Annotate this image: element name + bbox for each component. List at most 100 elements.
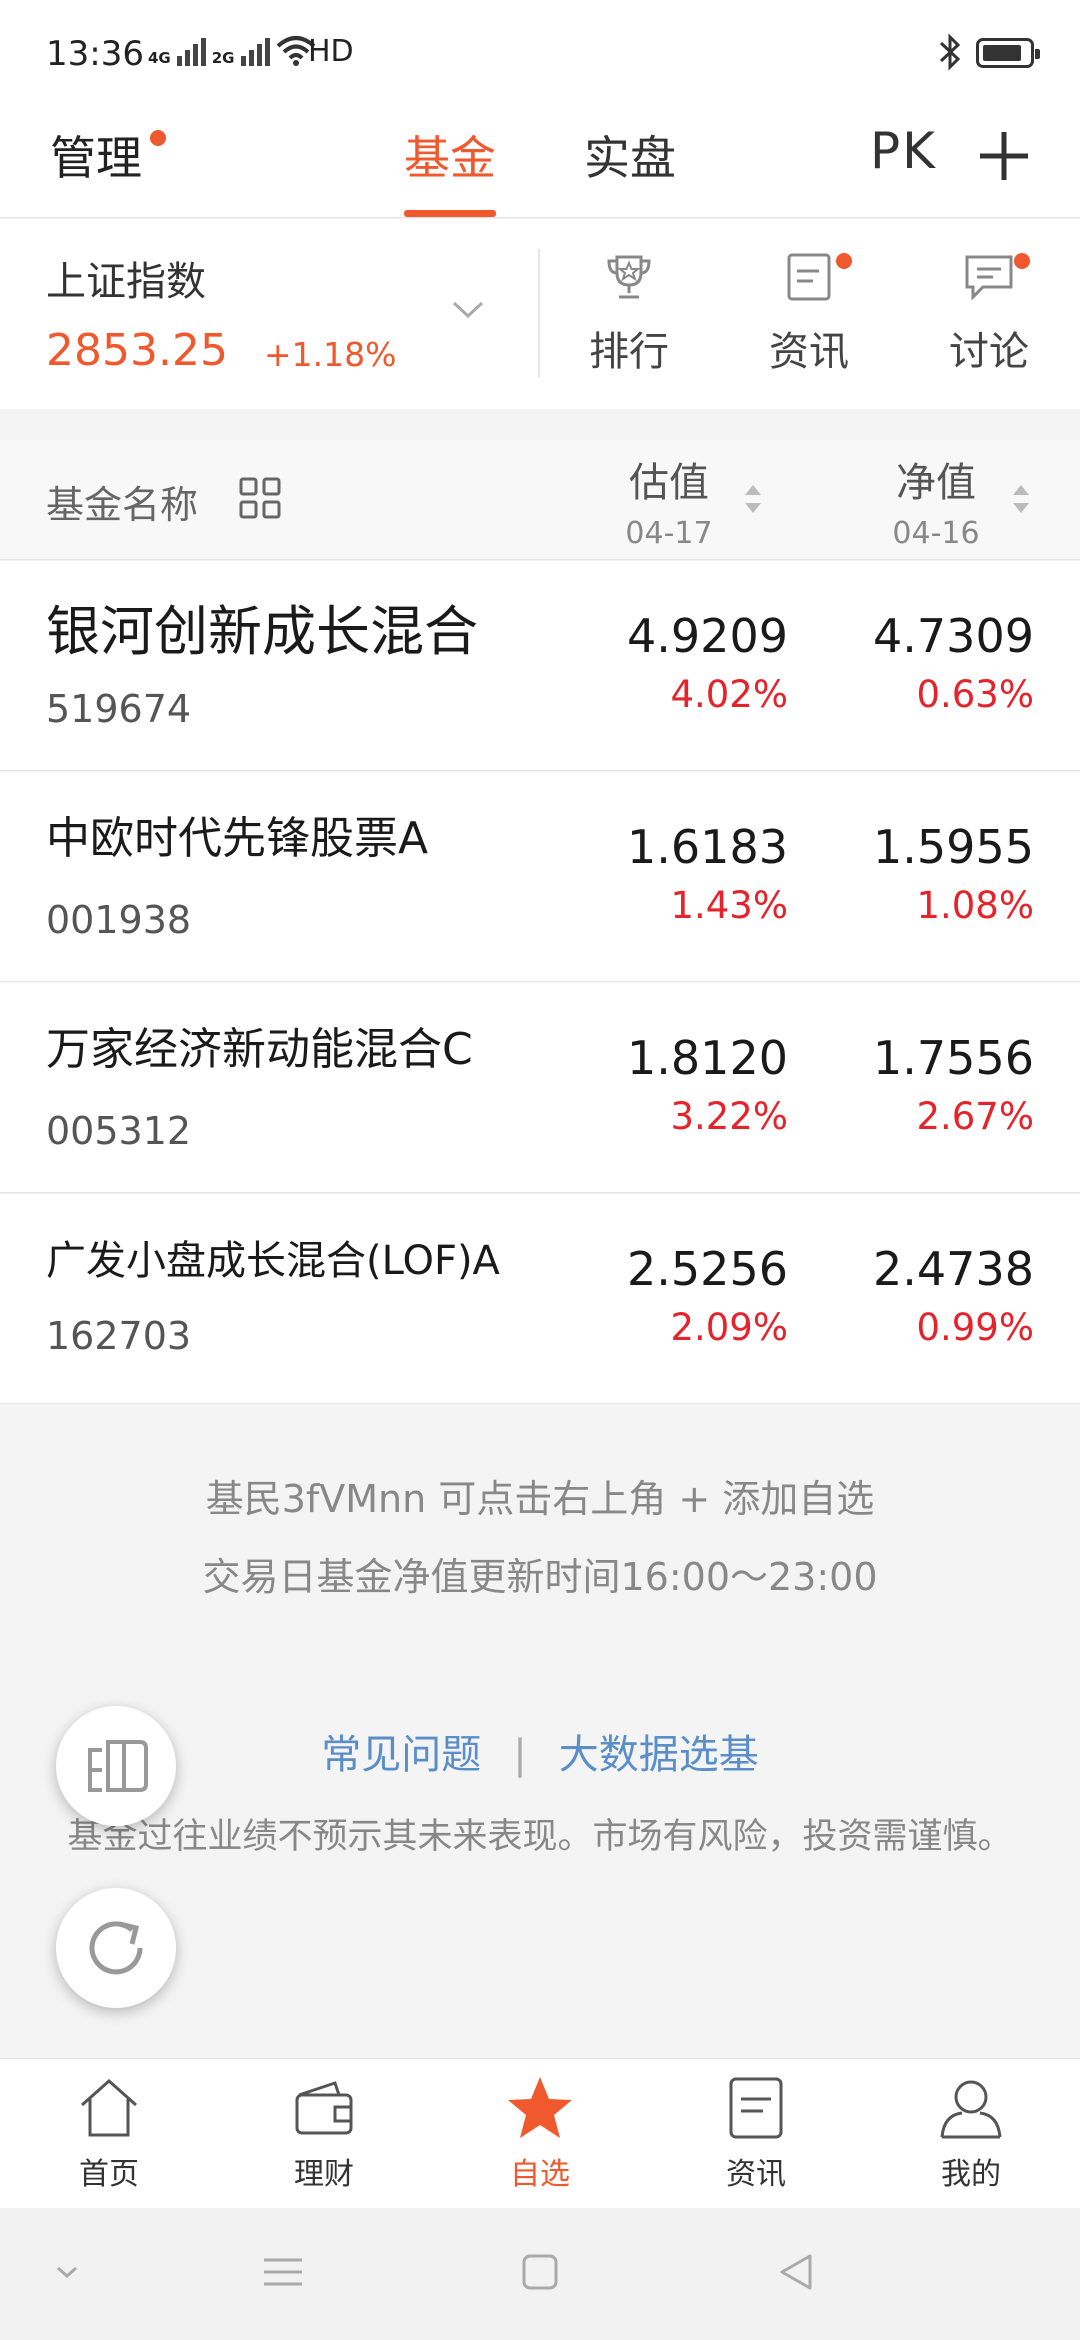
fund-name-header: 基金名称 — [46, 483, 199, 527]
discussion-badge-dot — [1014, 253, 1030, 269]
layout-toggle-button[interactable] — [56, 1706, 176, 1826]
fund-row[interactable]: 中欧时代先锋股票A 001938 1.6183 1.43% 1.5955 1.0… — [0, 772, 1080, 982]
tab-label-profile: 我的 — [941, 2157, 1001, 2192]
news-button[interactable]: 资讯 — [749, 249, 869, 377]
pk-button[interactable]: PK — [870, 122, 937, 180]
fund-estimate-change: 1.43% — [670, 884, 788, 927]
profile-icon — [940, 2080, 1002, 2139]
news-icon — [787, 253, 831, 301]
fund-row[interactable]: 万家经济新动能混合C 005312 1.8120 3.22% 1.7556 2.… — [0, 983, 1080, 1193]
estimate-header: 估值 — [629, 460, 709, 506]
signal-icon — [240, 34, 270, 66]
menu-icon[interactable] — [262, 2252, 304, 2292]
fund-nav-change: 2.67% — [916, 1095, 1034, 1138]
grid-icon[interactable] — [238, 476, 282, 520]
tab-label-news: 资讯 — [726, 2157, 786, 2192]
hd-indicator: HD — [308, 34, 354, 69]
network-type-2: 2G — [211, 49, 235, 67]
tab-profile[interactable]: 我的 — [901, 2073, 1041, 2193]
fund-nav: 1.5955 — [873, 820, 1034, 874]
fund-name: 广发小盘成长混合(LOF)A — [46, 1238, 500, 1284]
tab-fund[interactable]: 基金 — [404, 122, 496, 188]
index-name[interactable]: 上证指数 — [46, 249, 206, 307]
fund-nav-change: 0.99% — [916, 1306, 1034, 1349]
fund-name: 中欧时代先锋股票A — [46, 813, 429, 864]
fund-nav-change: 1.08% — [916, 884, 1034, 927]
fund-code: 162703 — [46, 1314, 192, 1358]
network-type-1: 4G — [148, 49, 171, 67]
battery-icon — [976, 38, 1040, 68]
sort-icon[interactable] — [742, 482, 764, 516]
home-icon — [81, 2078, 137, 2137]
fund-nav: 4.7309 — [873, 609, 1034, 663]
refresh-button[interactable] — [56, 1888, 176, 2008]
home-button-icon[interactable] — [520, 2252, 560, 2292]
fund-name: 万家经济新动能混合C — [46, 1024, 473, 1075]
news-label: 资讯 — [769, 329, 849, 375]
tab-finance[interactable]: 理财 — [254, 2073, 394, 2193]
ranking-label: 排行 — [589, 329, 669, 375]
bluetooth-icon — [939, 33, 961, 71]
link-separator: | — [513, 1732, 527, 1778]
signal-icon — [176, 34, 206, 66]
document-icon — [729, 2077, 783, 2139]
fund-estimate: 1.6183 — [627, 820, 788, 874]
fund-code: 001938 — [46, 898, 192, 942]
estimate-column-header[interactable]: 估值 04-17 — [614, 450, 724, 551]
fund-estimate: 1.8120 — [627, 1031, 788, 1085]
chevron-down-icon[interactable] — [450, 299, 486, 321]
tab-label-watchlist: 自选 — [510, 2157, 570, 2192]
fund-name: 银河创新成长混合 — [46, 600, 478, 663]
tab-label-finance: 理财 — [294, 2157, 354, 2192]
bigdata-link[interactable]: 大数据选基 — [559, 1732, 759, 1778]
fund-estimate: 4.9209 — [627, 609, 788, 663]
faq-link[interactable]: 常见问题 — [321, 1732, 481, 1778]
chat-icon — [965, 255, 1013, 301]
nav-column-header[interactable]: 净值 04-16 — [881, 450, 991, 551]
fund-nav: 2.4738 — [873, 1242, 1034, 1296]
active-tab-indicator — [404, 210, 496, 217]
back-icon[interactable] — [776, 2252, 816, 2292]
discussion-button[interactable]: 讨论 — [929, 249, 1049, 377]
divider — [538, 249, 540, 377]
fund-estimate-change: 4.02% — [670, 673, 788, 716]
bottom-tab-bar: 首页 理财 自选 资讯 我的 — [0, 2058, 1080, 2208]
update-time-hint: 交易日基金净值更新时间16:00～23:00 — [202, 1555, 878, 1599]
wallet-icon — [295, 2081, 353, 2135]
ranking-button[interactable]: 排行 — [569, 249, 689, 377]
fund-estimate-change: 2.09% — [670, 1306, 788, 1349]
add-hint: 基民3fVMnn 可点击右上角 + 添加自选 — [205, 1477, 875, 1521]
notification-dot — [150, 130, 166, 146]
fund-estimate-change: 3.22% — [670, 1095, 788, 1138]
fund-code: 005312 — [46, 1109, 192, 1153]
fund-row[interactable]: 广发小盘成长混合(LOF)A 162703 2.5256 2.09% 2.473… — [0, 1194, 1080, 1404]
network-indicators: 4G 2G — [148, 34, 316, 66]
refresh-icon — [89, 1921, 143, 1975]
fund-code: 519674 — [46, 687, 192, 731]
nav-date: 04-16 — [892, 516, 980, 551]
nav-header: 净值 — [896, 460, 976, 506]
fund-table-header: 基金名称 估值 04-17 净值 04-16 — [0, 440, 1080, 560]
fund-nav: 1.7556 — [873, 1031, 1034, 1085]
index-change: +1.18% — [264, 335, 397, 374]
tab-live[interactable]: 实盘 — [584, 122, 676, 188]
add-icon[interactable] — [978, 130, 1030, 182]
fund-estimate: 2.5256 — [627, 1242, 788, 1296]
tab-watchlist[interactable]: 自选 — [470, 2073, 610, 2193]
sort-icon[interactable] — [1010, 482, 1032, 516]
layout-icon — [88, 1740, 148, 1792]
discussion-label: 讨论 — [949, 329, 1029, 375]
tab-news[interactable]: 资讯 — [686, 2073, 826, 2193]
risk-disclaimer: 基金过往业绩不预示其未来表现。市场有风险，投资需谨慎。 — [67, 1817, 1013, 1857]
estimate-date: 04-17 — [625, 516, 713, 551]
status-bar: 13:36 4G 2G HD — [0, 0, 1080, 100]
news-badge-dot — [836, 253, 852, 269]
manage-button[interactable]: 管理 — [50, 122, 142, 188]
tab-home[interactable]: 首页 — [39, 2073, 179, 2193]
status-time: 13:36 — [46, 34, 144, 74]
chevron-down-icon[interactable] — [52, 2252, 82, 2292]
star-icon — [508, 2077, 572, 2138]
tab-label-home: 首页 — [79, 2157, 139, 2192]
trophy-icon — [607, 255, 651, 299]
fund-row[interactable]: 银河创新成长混合 519674 4.9209 4.02% 4.7309 0.63… — [0, 561, 1080, 771]
